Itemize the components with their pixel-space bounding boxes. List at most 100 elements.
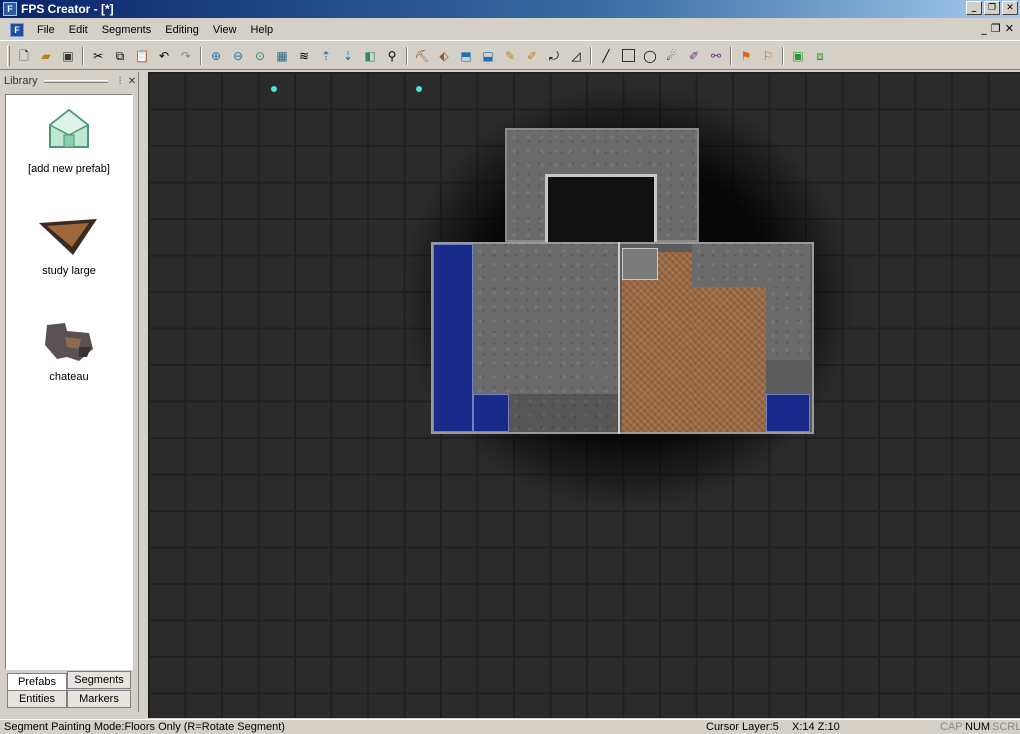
view-icon[interactable]: ◧ — [361, 47, 379, 65]
chateau-prefab-icon — [45, 323, 93, 361]
toolbar-grip[interactable] — [7, 45, 10, 66]
stone-floor-segment[interactable] — [766, 287, 810, 360]
house-prefab-icon — [48, 108, 90, 148]
title-bar: F FPS Creator - [*] _ ❐ ✕ — [0, 0, 1020, 18]
study-prefab-icon — [39, 219, 97, 255]
waypoint-marker[interactable] — [416, 86, 422, 92]
app-icon: F — [3, 2, 17, 16]
mdi-minimize-button[interactable]: _ — [981, 22, 987, 35]
library-item-study-large[interactable]: study large — [6, 213, 132, 277]
toolbar-separator — [200, 46, 202, 65]
layer-up-icon[interactable]: ⇡ — [317, 47, 335, 65]
layers-icon[interactable]: ≋ — [295, 47, 313, 65]
menu-segments[interactable]: Segments — [95, 24, 159, 36]
layer-down-icon[interactable]: ⇣ — [339, 47, 357, 65]
brush-icon[interactable]: ✎ — [501, 47, 519, 65]
stone-floor-segment[interactable] — [692, 244, 810, 287]
rotate-icon[interactable]: ⤾ — [545, 47, 563, 65]
status-cursor-layer: Cursor Layer:5 — [706, 721, 779, 733]
tab-markers[interactable]: Markers — [67, 690, 131, 708]
new-file-icon[interactable]: 🗋 — [15, 47, 33, 65]
entity-edit-icon[interactable]: ✐ — [685, 47, 703, 65]
wall-paint-icon[interactable]: ⬓ — [479, 47, 497, 65]
test-game-icon[interactable]: ▣ — [789, 47, 807, 65]
close-icon[interactable]: ✕ — [126, 76, 138, 87]
select-box-icon[interactable]: ◿ — [567, 47, 585, 65]
entity-link-icon[interactable]: ⚯ — [707, 47, 725, 65]
draw-icon[interactable]: ✐ — [523, 47, 541, 65]
tab-segments[interactable]: Segments — [67, 671, 131, 689]
rectangle-icon[interactable] — [619, 47, 637, 65]
menu-file[interactable]: File — [30, 24, 62, 36]
circle-icon[interactable]: ◯ — [641, 47, 659, 65]
library-item-chateau[interactable]: chateau — [6, 317, 132, 383]
flag-multi-icon[interactable]: ⚐ — [759, 47, 777, 65]
room-prop[interactable] — [622, 248, 658, 280]
status-scrl: SCRL — [992, 721, 1020, 733]
line-icon[interactable]: ╱ — [597, 47, 615, 65]
toolbar-separator — [406, 46, 408, 65]
stone-floor-segment[interactable] — [509, 394, 618, 432]
cut-icon[interactable]: ✂ — [89, 47, 107, 65]
map-icon[interactable]: ▦ — [273, 47, 291, 65]
floor-tile-blue[interactable] — [473, 394, 509, 432]
restore-button[interactable]: ❐ — [984, 1, 1000, 15]
status-bar: Segment Painting Mode:Floors Only (R=Rot… — [0, 719, 1020, 734]
menu-bar: F File Edit Segments Editing View Help _… — [0, 19, 1020, 41]
map-viewport[interactable] — [148, 72, 1020, 718]
library-panel: Library ⫶ ✕ [add new prefab] study large — [0, 72, 139, 712]
library-item-label: chateau — [49, 371, 89, 383]
library-list: [add new prefab] study large chateau — [5, 94, 133, 670]
tab-prefabs[interactable]: Prefabs — [7, 673, 67, 691]
tab-entities[interactable]: Entities — [7, 690, 67, 708]
toolbar-separator — [730, 46, 732, 65]
status-coordinates: X:14 Z:10 — [792, 721, 840, 733]
build-game-icon[interactable]: ⧈ — [811, 47, 829, 65]
floor-paint-icon[interactable]: ⬒ — [457, 47, 475, 65]
library-title: Library — [4, 75, 38, 87]
undo-icon[interactable]: ↶ — [155, 47, 173, 65]
menu-editing[interactable]: Editing — [158, 24, 206, 36]
mdi-restore-button[interactable]: ❐ — [991, 22, 1001, 35]
zoom-out-icon[interactable]: ⊖ — [229, 47, 247, 65]
library-item-add-prefab[interactable]: [add new prefab] — [6, 107, 132, 175]
flag-icon[interactable]: ⚑ — [737, 47, 755, 65]
floor-tile-blue[interactable] — [766, 394, 810, 432]
stone-floor-segment[interactable] — [473, 244, 618, 394]
status-num: NUM — [965, 721, 991, 733]
doorway-opening — [545, 174, 657, 242]
floor-tile-blue[interactable] — [433, 244, 473, 432]
search-icon[interactable]: ⚲ — [383, 47, 401, 65]
minimize-button[interactable]: _ — [966, 1, 982, 15]
mdi-close-button[interactable]: ✕ — [1005, 22, 1014, 35]
toolbar-separator — [82, 46, 84, 65]
toolbar-separator — [590, 46, 592, 65]
entity-icon[interactable]: ☄ — [663, 47, 681, 65]
segment-pick-icon[interactable]: ⛏ — [413, 47, 431, 65]
wood-floor-segment[interactable] — [692, 287, 766, 432]
save-icon[interactable]: ▣ — [59, 47, 77, 65]
library-item-label: [add new prefab] — [28, 163, 110, 175]
status-mode: Segment Painting Mode:Floors Only (R=Rot… — [4, 721, 285, 733]
library-item-label: study large — [42, 265, 96, 277]
window-title: FPS Creator - [*] — [21, 2, 114, 16]
copy-icon[interactable]: ⧉ — [111, 47, 129, 65]
status-cap: CAP — [940, 721, 963, 733]
zoom-reset-icon[interactable]: ⊙ — [251, 47, 269, 65]
open-file-icon[interactable]: ▰ — [37, 47, 55, 65]
interior-wall — [618, 242, 620, 434]
pin-icon[interactable]: ⫶ — [114, 76, 126, 87]
toolbar-separator — [782, 46, 784, 65]
close-button[interactable]: ✕ — [1002, 1, 1018, 15]
segment-paint-icon[interactable]: ⬖ — [435, 47, 453, 65]
library-header: Library ⫶ ✕ — [0, 72, 138, 90]
menu-help[interactable]: Help — [244, 24, 281, 36]
main-toolbar: 🗋 ▰ ▣ ✂ ⧉ 📋 ↶ ↷ ⊕ ⊖ ⊙ ▦ ≋ ⇡ ⇣ ◧ ⚲ ⛏ ⬖ ⬒ … — [0, 42, 1020, 70]
document-icon[interactable]: F — [10, 22, 24, 37]
redo-icon[interactable]: ↷ — [177, 47, 195, 65]
menu-view[interactable]: View — [206, 24, 244, 36]
zoom-in-icon[interactable]: ⊕ — [207, 47, 225, 65]
waypoint-marker[interactable] — [271, 86, 277, 92]
paste-icon[interactable]: 📋 — [133, 47, 151, 65]
menu-edit[interactable]: Edit — [62, 24, 95, 36]
